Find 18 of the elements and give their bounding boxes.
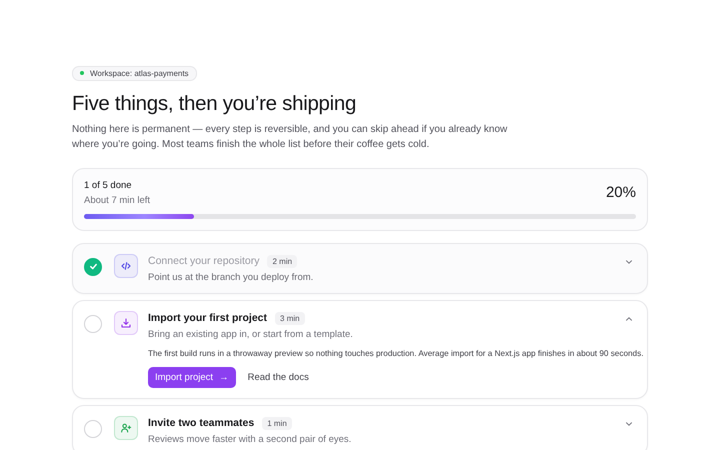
- time-estimate: 1 min: [262, 416, 292, 430]
- progress-count: 1 of 5 done: [84, 180, 133, 190]
- page-title: Five things, then you’re shipping: [72, 92, 358, 116]
- time-estimate: 3 min: [275, 312, 305, 324]
- step-description: Point us at the branch you deploy from.: [148, 272, 314, 282]
- time-remaining: About 7 min left: [84, 194, 150, 206]
- step-title: Import your first project: [148, 312, 268, 324]
- step-title: Invite two teammates: [148, 417, 254, 429]
- workspace-badge: Workspace: atlas-payments: [72, 66, 197, 80]
- time-estimate: 2 min: [267, 254, 298, 268]
- step-details: The first build runs in a throwaway preview so nothing touches production. Average import for a Next.js app finishes in about 90 seconds.: [148, 348, 644, 358]
- progress-percent: 20%: [606, 184, 636, 201]
- step-description: Reviews move faster with a second pair of eyes.: [148, 434, 352, 444]
- intro-text: Nothing here is permanent — every step is reversible, and you can skip ahead if you already know where you’re going. Most teams finish the whole list before their coffee gets cold.: [72, 122, 508, 152]
- import-button[interactable]: Import project →: [148, 366, 236, 388]
- docs-link[interactable]: Read the docs: [248, 366, 309, 388]
- step-title: Connect your repository: [148, 255, 260, 267]
- step-description: Bring an existing app in, or start from a template.: [148, 328, 354, 340]
